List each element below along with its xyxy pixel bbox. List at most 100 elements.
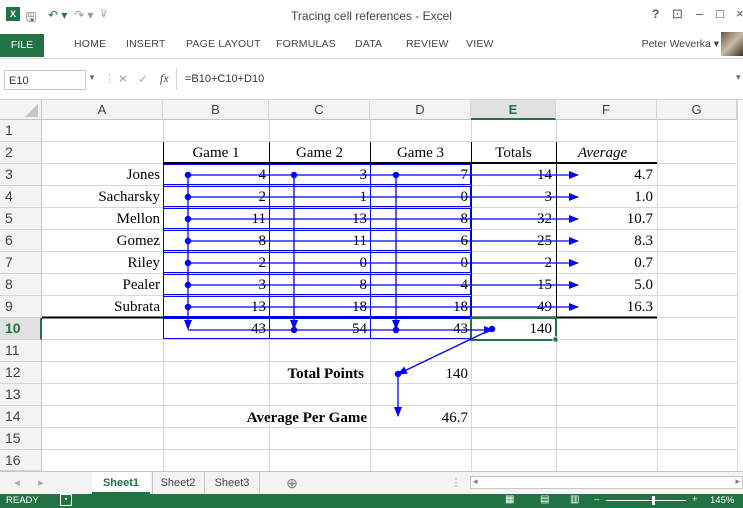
row-header-8[interactable]: 8 [0,274,42,296]
game3-score[interactable]: 7 [370,165,469,186]
row-header-7[interactable]: 7 [0,252,42,274]
sum-game1[interactable]: 43 [163,319,266,340]
column-header-c[interactable]: C [269,100,370,120]
select-all-corner[interactable] [0,100,42,120]
user-account[interactable]: Peter Weverka ▾ [642,38,719,50]
row-header-6[interactable]: 6 [0,230,42,252]
game2-score[interactable]: 3 [269,165,368,186]
total-score[interactable]: 15 [471,275,552,296]
zoom-out-icon[interactable]: – [594,494,599,505]
tab-file[interactable]: FILE [0,34,44,57]
vertical-scrollbar[interactable] [737,100,743,471]
tab-sheet3[interactable]: Sheet3 [204,472,260,494]
average-score[interactable]: 8.3 [556,231,653,252]
help-icon[interactable]: ? [652,7,659,21]
row-header-4[interactable]: 4 [0,186,42,208]
horizontal-scrollbar[interactable]: ◂ ▸ [470,476,743,489]
average-score[interactable]: 16.3 [556,297,653,318]
name-box[interactable]: E10 [4,70,86,90]
add-sheet-icon[interactable]: ⊕ [282,472,302,494]
game1-score[interactable]: 3 [163,275,267,296]
row-header-2[interactable]: 2 [0,142,42,164]
row-header-1[interactable]: 1 [0,120,42,142]
game2-score[interactable]: 8 [269,275,368,296]
formula-input[interactable]: =B10+C10+D10 [176,68,743,90]
avg-per-game-value[interactable]: 46.7 [370,408,468,429]
zoom-in-icon[interactable]: + [692,494,698,505]
tab-sheet1[interactable]: Sheet1 [92,472,150,494]
column-header-b[interactable]: B [163,100,269,120]
row-header-3[interactable]: 3 [0,164,42,186]
column-header-a[interactable]: A [42,100,163,120]
scroll-right-arrow-icon[interactable]: ▸ [735,476,740,487]
sum-game2[interactable]: 54 [269,319,367,340]
total-score[interactable]: 3 [471,187,553,208]
row-header-14[interactable]: 14 [0,406,42,428]
total-score[interactable]: 25 [471,231,552,252]
minimize-icon[interactable]: – [696,6,703,21]
ribbon-display-icon[interactable]: ⊡ [672,6,683,22]
zoom-slider[interactable] [606,496,686,505]
row-header-5[interactable]: 5 [0,208,42,230]
header-game3[interactable]: Game 3 [370,143,471,164]
game3-score[interactable]: 0 [370,253,469,274]
tab-review[interactable]: REVIEW [406,38,449,50]
maximize-icon[interactable]: □ [716,6,724,21]
player-name[interactable]: Sacharsky [42,187,160,208]
tab-view[interactable]: VIEW [466,38,494,50]
column-header-f[interactable]: F [556,100,657,120]
game1-score[interactable]: 11 [163,209,266,230]
insert-function-icon[interactable]: fx [160,71,169,86]
player-name[interactable]: Riley [42,253,161,274]
game1-score[interactable]: 8 [163,231,267,252]
game2-score[interactable]: 18 [269,297,367,318]
game3-score[interactable]: 8 [370,209,469,230]
scroll-left-icon[interactable]: ◂ [10,472,24,494]
average-score[interactable]: 4.7 [556,165,653,186]
header-game1[interactable]: Game 1 [163,143,269,164]
scroll-right-icon[interactable]: ▸ [34,472,48,494]
row-header-16[interactable]: 16 [0,450,42,471]
avatar[interactable] [721,32,743,56]
tab-page-layout[interactable]: PAGE LAYOUT [186,38,261,50]
player-name[interactable]: Mellon [42,209,160,230]
total-score[interactable]: 14 [471,165,552,186]
average-score[interactable]: 5.0 [556,275,653,296]
player-name[interactable]: Gomez [42,231,160,252]
game3-score[interactable]: 18 [370,297,468,318]
scroll-left-arrow-icon[interactable]: ◂ [473,476,478,487]
close-icon[interactable]: × [736,6,743,21]
game1-score[interactable]: 13 [163,297,266,318]
column-header-e[interactable]: E [471,100,556,120]
tab-insert[interactable]: INSERT [126,38,166,50]
sum-total[interactable]: 140 [471,319,553,340]
total-score[interactable]: 49 [471,297,552,318]
normal-view-icon[interactable]: ▦ [505,494,514,505]
row-header-12[interactable]: 12 [0,362,42,384]
enter-icon[interactable]: ✓ [138,72,148,86]
average-score[interactable]: 10.7 [556,209,653,230]
game3-score[interactable]: 4 [370,275,469,296]
zoom-level[interactable]: 145% [710,495,734,506]
zoom-slider-handle[interactable] [652,496,655,505]
game2-score[interactable]: 13 [269,209,367,230]
worksheet-grid[interactable]: A B C D E F G 1 2 3 4 5 6 7 8 9 10 11 12… [0,100,743,471]
row-header-10[interactable]: 10 [0,318,42,340]
header-game2[interactable]: Game 2 [269,143,370,164]
total-score[interactable]: 32 [471,209,552,230]
game3-score[interactable]: 6 [370,231,469,252]
game2-score[interactable]: 0 [269,253,368,274]
tab-formulas[interactable]: FORMULAS [276,38,336,50]
average-score[interactable]: 1.0 [556,187,653,208]
game3-score[interactable]: 0 [370,187,469,208]
player-name[interactable]: Jones [42,165,160,186]
game1-score[interactable]: 4 [163,165,267,186]
cancel-icon[interactable]: ✕ [118,72,128,86]
game2-score[interactable]: 11 [269,231,367,252]
macro-record-icon[interactable]: ▪ [60,494,72,506]
total-points-label[interactable]: Total Points [200,364,364,385]
row-header-9[interactable]: 9 [0,296,42,318]
header-totals[interactable]: Totals [471,143,556,164]
game2-score[interactable]: 1 [269,187,368,208]
row-header-11[interactable]: 11 [0,340,42,362]
